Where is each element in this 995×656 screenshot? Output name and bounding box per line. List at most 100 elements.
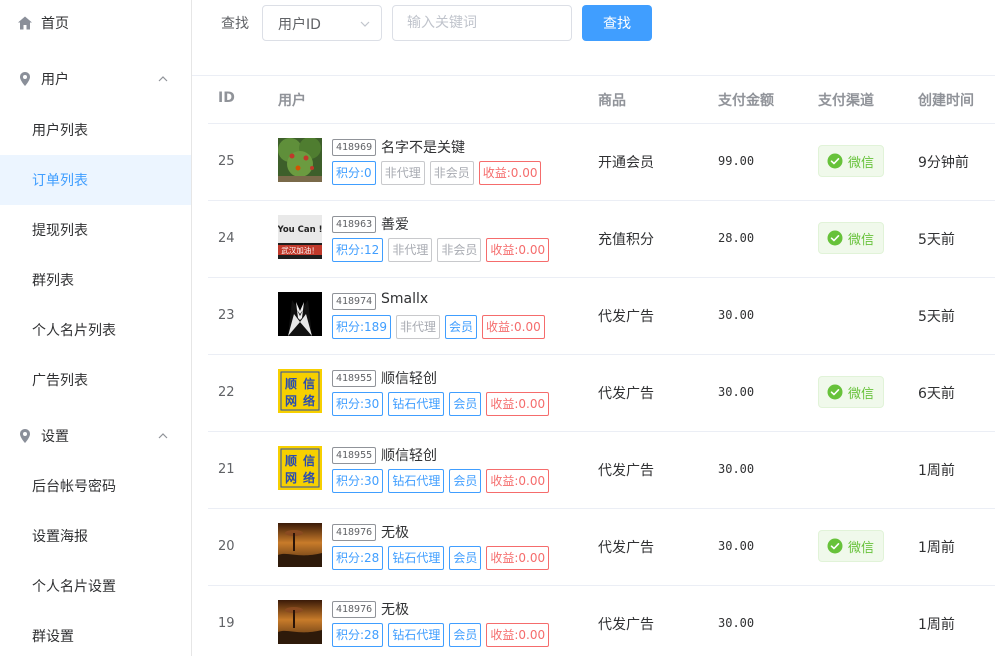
- user-tag: 收益:0.00: [486, 238, 550, 262]
- pay-channel-badge: 微信: [818, 376, 884, 408]
- sidebar-item-order-list[interactable]: 订单列表: [0, 155, 191, 205]
- pay-amount: 99.00: [718, 154, 755, 168]
- sidebar-item-group-list[interactable]: 群列表: [0, 255, 191, 305]
- table-body: 25 418969 名字不是关键 积分:0 非代理 非会员 收益:0.00 开通会员 …: [208, 124, 995, 656]
- home-icon: [18, 16, 32, 30]
- pay-channel-label: 微信: [848, 540, 875, 556]
- created-time: 1周前: [918, 617, 955, 633]
- sidebar-item-poster-settings[interactable]: 设置海报: [0, 511, 191, 561]
- user-tags: 积分:28 钻石代理 会员 收益:0.00: [332, 623, 550, 647]
- product-name: 代发广告: [598, 386, 654, 402]
- table-row: 21 顺信网络 418955 顺信轻创 积分:30 钻石代理 会员 收益:0.00 代…: [208, 432, 995, 509]
- chevron-down-icon: [360, 21, 370, 27]
- user-tag: 收益:0.00: [481, 315, 545, 339]
- user-tag: 积分:28: [332, 546, 384, 570]
- user-id-badge: 418963: [332, 216, 377, 233]
- table-row: 25 418969 名字不是关键 积分:0 非代理 非会员 收益:0.00 开通会员 …: [208, 124, 995, 201]
- user-tag: 会员: [449, 392, 482, 416]
- avatar-text: 信: [303, 376, 315, 391]
- column-header-amount: 支付金额: [718, 93, 774, 109]
- table-row: 22 顺信网络 418955 顺信轻创 积分:30 钻石代理 会员 收益:0.00 代…: [208, 355, 995, 432]
- user-id-badge: 418955: [332, 447, 377, 464]
- pay-channel-badge: 微信: [818, 222, 884, 254]
- sidebar-group-settings[interactable]: 设置: [0, 413, 191, 459]
- sidebar-item-card-list[interactable]: 个人名片列表: [0, 305, 191, 355]
- location-pin-icon: [20, 72, 30, 86]
- created-time: 5天前: [918, 309, 955, 325]
- column-header-user: 用户: [278, 93, 306, 109]
- user-tags: 积分:189 非代理 会员 收益:0.00: [332, 315, 545, 339]
- avatar-text: 络: [303, 393, 315, 408]
- avatar-text: 网: [285, 394, 297, 408]
- pay-channel-label: 微信: [848, 232, 875, 248]
- user-tag: 非会员: [429, 161, 474, 185]
- user-tag: 钻石代理: [388, 623, 445, 647]
- created-time: 5天前: [918, 232, 955, 248]
- user-tag: 会员: [449, 623, 482, 647]
- keyword-input[interactable]: [392, 5, 572, 41]
- user-name: 无极: [381, 602, 409, 618]
- sidebar-item-card-settings[interactable]: 个人名片设置: [0, 561, 191, 611]
- sidebar-item-withdraw-list[interactable]: 提现列表: [0, 205, 191, 255]
- product-name: 开通会员: [598, 155, 654, 171]
- user-tag: 收益:0.00: [486, 546, 550, 570]
- app-root: 首页 用户 用户列表 订单列表 提现列表 群列表 个人名片列表 广告列表 设置: [0, 0, 995, 656]
- wechat-icon: [827, 384, 843, 400]
- avatar-text: 顺: [285, 453, 297, 468]
- order-id: 21: [218, 462, 235, 477]
- search-field-select[interactable]: 用户ID: [262, 5, 382, 41]
- sidebar-item-group-settings[interactable]: 群设置: [0, 611, 191, 656]
- chevron-up-icon: [158, 433, 168, 439]
- table-row: 20 418976 无极 积分:28 钻石代理 会员 收益:0.00 代发广告 30.…: [208, 509, 995, 586]
- user-id-badge: 418974: [332, 293, 377, 310]
- created-time: 1周前: [918, 540, 955, 556]
- user-id-badge: 418976: [332, 524, 377, 541]
- user-tags: 积分:12 非代理 非会员 收益:0.00: [332, 238, 550, 262]
- avatar-text: 网: [285, 471, 297, 485]
- pay-channel-label: 微信: [848, 155, 875, 171]
- order-id: 22: [218, 385, 235, 400]
- created-time: 1周前: [918, 463, 955, 479]
- column-header-product: 商品: [598, 93, 626, 109]
- user-avatar: [278, 600, 322, 644]
- user-name: Smallx: [381, 291, 429, 307]
- column-header-id: ID: [218, 90, 235, 106]
- pay-amount: 28.00: [718, 231, 755, 245]
- orders-table: ID 用户 商品 支付金额 支付渠道 创建时间 25 418969 名字不是关键…: [208, 76, 995, 656]
- user-tag: 非代理: [380, 161, 425, 185]
- sidebar-item-home[interactable]: 首页: [0, 0, 191, 46]
- user-avatar: [278, 292, 322, 336]
- pay-amount: 30.00: [718, 616, 755, 630]
- user-name: 善爱: [381, 217, 409, 233]
- pay-amount: 30.00: [718, 308, 755, 322]
- user-name: 顺信轻创: [381, 448, 437, 464]
- sidebar-item-ad-list[interactable]: 广告列表: [0, 355, 191, 405]
- sidebar-item-user-list[interactable]: 用户列表: [0, 105, 191, 155]
- table-row: 23 418974 Smallx 积分:189 非代理 会员 收益:0.00 代发广告…: [208, 278, 995, 355]
- chevron-up-icon: [158, 76, 168, 82]
- user-name: 名字不是关键: [381, 140, 465, 156]
- select-value: 用户ID: [278, 17, 321, 33]
- user-tag: 非会员: [437, 238, 482, 262]
- sidebar-group-users[interactable]: 用户: [0, 56, 191, 102]
- sidebar-item-admin-password[interactable]: 后台帐号密码: [0, 461, 191, 511]
- avatar-text: 武汉加油！: [281, 245, 319, 255]
- location-pin-icon: [20, 429, 30, 443]
- product-name: 代发广告: [598, 617, 654, 633]
- created-time: 6天前: [918, 386, 955, 402]
- table-row: 24 You Can ! 武汉加油！ 418963 善爱 积分:12 非代理 非会员收…: [208, 201, 995, 278]
- user-tag: 会员: [449, 469, 482, 493]
- user-id-badge: 418955: [332, 370, 377, 387]
- search-button[interactable]: 查找: [582, 5, 652, 41]
- product-name: 代发广告: [598, 309, 654, 325]
- order-id: 25: [218, 154, 235, 169]
- user-tag: 收益:0.00: [486, 392, 550, 416]
- user-tag: 积分:30: [332, 469, 384, 493]
- search-label: 查找: [221, 16, 249, 32]
- sidebar-group-label: 设置: [41, 429, 69, 445]
- table-row: 19 418976 无极 积分:28 钻石代理 会员 收益:0.00 代发广告 30.…: [208, 586, 995, 656]
- product-name: 代发广告: [598, 540, 654, 556]
- user-tag: 收益:0.00: [486, 469, 550, 493]
- user-avatar: 顺信网络: [278, 446, 322, 490]
- user-id-badge: 418976: [332, 601, 377, 618]
